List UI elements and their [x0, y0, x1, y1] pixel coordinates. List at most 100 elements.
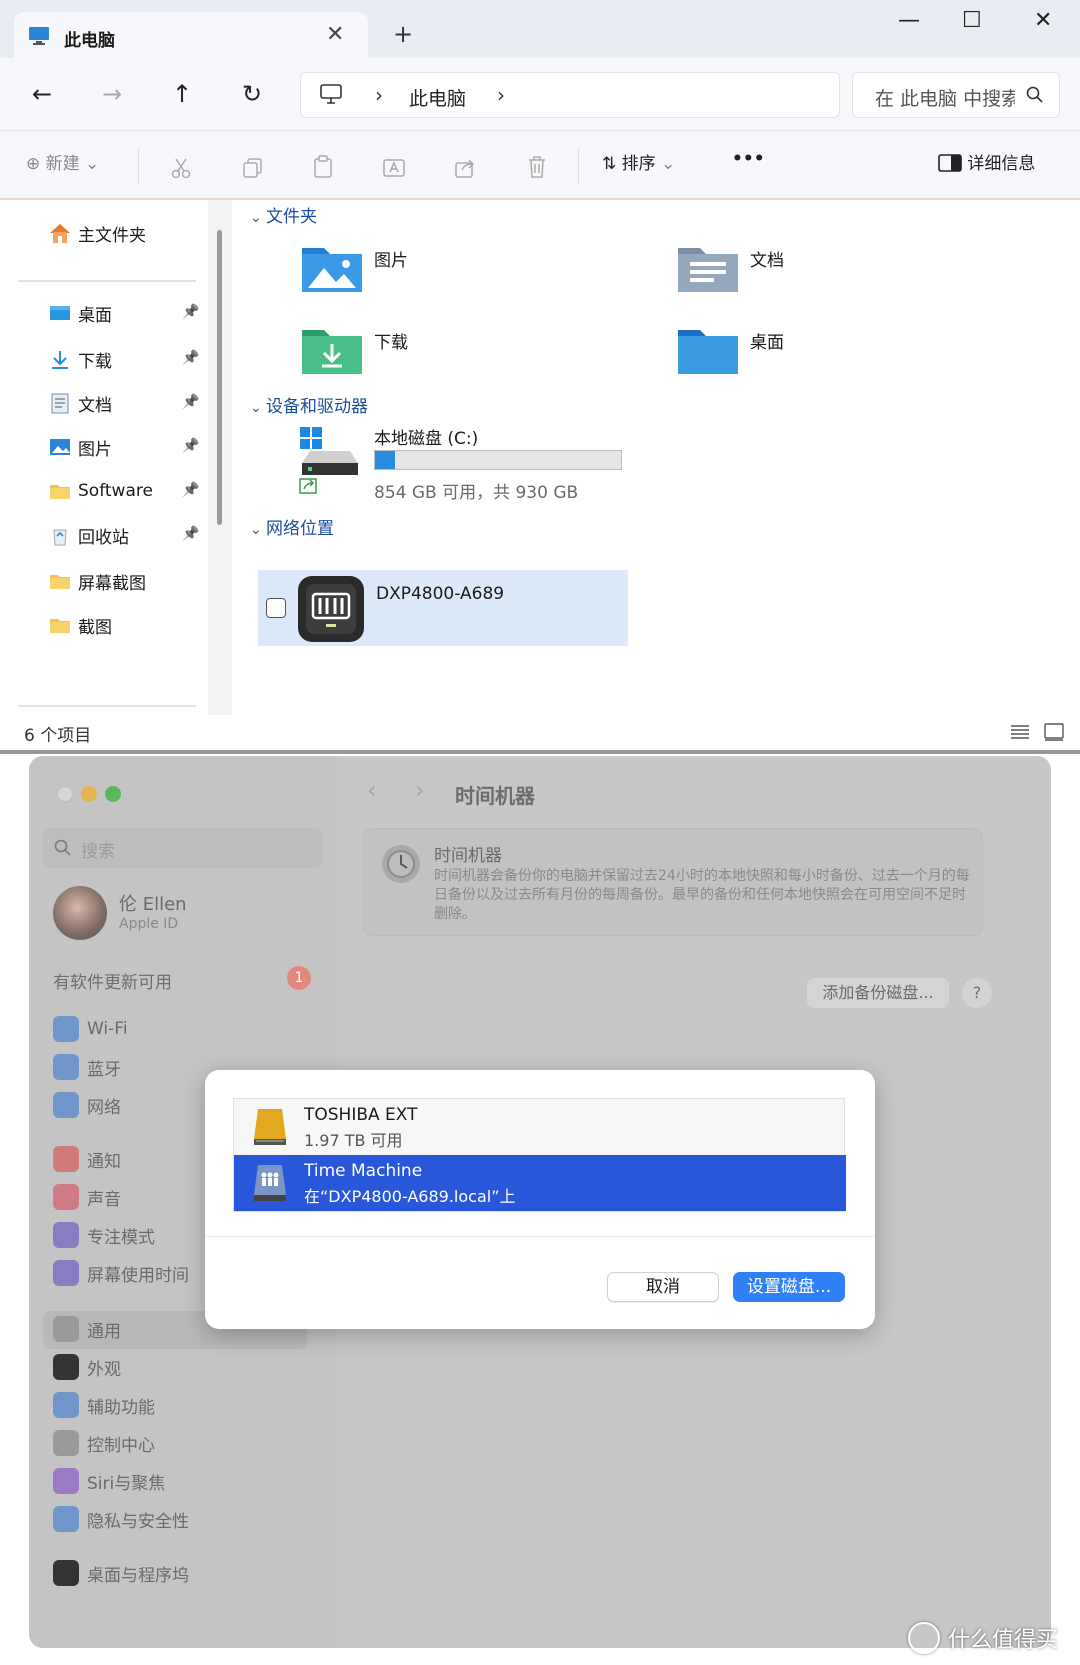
sidebar-scrollbar[interactable] [208, 200, 232, 715]
section-header-drives[interactable]: ⌄ 设备和驱动器 [250, 392, 368, 417]
forward-button[interactable]: → [102, 80, 122, 108]
network-location-item[interactable]: DXP4800-A689 [258, 570, 628, 646]
user-name[interactable]: 伦 Ellen [119, 890, 187, 916]
back-button[interactable]: ← [32, 80, 52, 108]
disk-name: Time Machine [304, 1161, 423, 1181]
sort-button[interactable]: ⇅ 排序 ⌄ [602, 149, 675, 174]
folder-documents[interactable]: 文档 [676, 240, 1036, 300]
settings-item-group1-3[interactable]: 网络 [53, 1090, 121, 1120]
tab-this-pc[interactable]: 此电脑 ✕ [14, 12, 368, 62]
select-checkbox[interactable] [266, 598, 286, 618]
pin-icon[interactable]: 📌 [182, 526, 199, 542]
settings-item-group1-2[interactable]: 蓝牙 [53, 1052, 121, 1082]
close-window-button[interactable] [57, 786, 73, 802]
new-button[interactable]: ⊕ 新建 ⌄ [26, 149, 99, 174]
folder-downloads[interactable]: 下载 [300, 322, 660, 382]
add-icon: ⊕ [26, 154, 46, 174]
close-button[interactable]: ✕ [1034, 8, 1052, 33]
section-header-folders[interactable]: ⌄ 文件夹 [250, 202, 317, 227]
computer-icon [320, 84, 342, 104]
copy-icon[interactable] [242, 157, 264, 179]
tiles-view-icon[interactable] [1044, 723, 1064, 741]
pin-icon[interactable]: 📌 [182, 350, 199, 366]
set-up-disk-button[interactable]: 设置磁盘... [733, 1272, 845, 1302]
page-title: 时间机器 [455, 784, 535, 808]
cancel-button[interactable]: 取消 [607, 1272, 719, 1302]
settings-item-group2-3[interactable]: 专注模式 [53, 1220, 155, 1250]
pin-icon[interactable]: 📌 [182, 438, 199, 454]
monitor-icon [29, 27, 49, 45]
software-update-item[interactable]: 有软件更新可用 [53, 968, 172, 993]
settings-search-field[interactable]: 搜索 [43, 828, 323, 868]
cut-icon[interactable] [170, 157, 192, 179]
paste-icon[interactable] [312, 155, 334, 179]
help-button[interactable]: ? [962, 978, 992, 1008]
sidebar-item-7[interactable]: 屏幕截图 [48, 564, 146, 598]
delete-icon[interactable] [526, 155, 548, 179]
disk-row-time-machine[interactable]: Time Machine 在“DXP4800-A689.local”上 [234, 1155, 846, 1211]
sidebar-item-8[interactable]: 截图 [48, 608, 112, 642]
breadcrumb-separator[interactable]: › [375, 83, 383, 107]
settings-item-group3-1[interactable]: 通用 [53, 1314, 121, 1344]
search-placeholder: 在 此电脑 中搜索 [875, 88, 1015, 110]
folder-desktop[interactable]: 桌面 [676, 322, 1036, 382]
sidebar-item-5[interactable]: Software [48, 474, 153, 508]
settings-item-group3-4[interactable]: 控制中心 [53, 1428, 155, 1458]
sidebar-item-4[interactable]: 图片 [48, 430, 112, 464]
sidebar-item-home[interactable]: 主文件夹 [48, 216, 146, 250]
details-pane-button[interactable]: 详细信息 [938, 149, 1035, 174]
settings-category-icon [53, 1222, 79, 1248]
sidebar-item-2[interactable]: 下载 [48, 342, 112, 376]
settings-category-icon [53, 1354, 79, 1380]
settings-item-group2-2[interactable]: 声音 [53, 1182, 121, 1212]
settings-item-label: 蓝牙 [87, 1059, 121, 1080]
disk-row-toshiba[interactable]: TOSHIBA EXT 1.97 TB 可用 [234, 1099, 846, 1155]
sidebar-item-6[interactable]: 回收站 [48, 518, 129, 552]
details-view-icon[interactable] [1010, 723, 1030, 741]
settings-item-group2-1[interactable]: 通知 [53, 1144, 121, 1174]
pin-icon[interactable]: 📌 [182, 482, 199, 498]
minimize-button[interactable]: — [898, 8, 920, 33]
settings-item-group3-3[interactable]: 辅助功能 [53, 1390, 155, 1420]
sidebar-item-3[interactable]: 文档 [48, 386, 112, 420]
settings-item-group3-2[interactable]: 外观 [53, 1352, 121, 1382]
settings-category-icon [53, 1468, 79, 1494]
settings-category-icon [53, 1392, 79, 1418]
folder-pictures[interactable]: 图片 [300, 240, 660, 300]
up-button[interactable]: ↑ [172, 80, 192, 108]
drive-usage-fill [375, 451, 396, 469]
back-button[interactable]: ‹ [367, 776, 377, 804]
avatar[interactable] [53, 886, 107, 940]
section-header-network[interactable]: ⌄ 网络位置 [250, 514, 334, 539]
new-tab-button[interactable]: + [393, 20, 413, 48]
tab-close-icon[interactable]: ✕ [326, 22, 344, 47]
documents-folder-icon [678, 248, 738, 292]
share-icon[interactable] [454, 157, 476, 179]
breadcrumb-this-pc[interactable]: 此电脑 [409, 84, 466, 111]
sidebar-item-label: 截图 [78, 617, 112, 638]
breadcrumb-separator[interactable]: › [497, 83, 505, 107]
minimize-window-button[interactable] [81, 786, 97, 802]
settings-item-group3-5[interactable]: Siri与聚焦 [53, 1466, 165, 1496]
scrollbar-thumb[interactable] [217, 230, 222, 525]
settings-item-group2-4[interactable]: 屏幕使用时间 [53, 1258, 189, 1288]
navigation-pane: 主文件夹 桌面 📌 下载 📌 文档 📌 图片 📌 Software 📌 回收站 📌 屏幕截图截图 [0, 200, 230, 715]
settings-item-group1-1[interactable]: Wi-Fi [53, 1014, 128, 1044]
settings-item-group3-6[interactable]: 隐私与安全性 [53, 1504, 189, 1534]
address-bar[interactable]: › 此电脑 › [300, 72, 840, 118]
forward-button[interactable]: › [415, 776, 425, 804]
sidebar-item-1[interactable]: 桌面 [48, 296, 112, 330]
settings-item-label: 通用 [87, 1321, 121, 1342]
pin-icon[interactable]: 📌 [182, 304, 199, 320]
maximize-button[interactable]: ☐ [962, 8, 982, 33]
settings-item-group4-1[interactable]: 桌面与程序坞 [53, 1558, 189, 1588]
settings-item-label: 声音 [87, 1189, 121, 1210]
more-options-button[interactable]: ••• [732, 149, 765, 169]
pin-icon[interactable]: 📌 [182, 394, 199, 410]
search-icon[interactable] [1025, 85, 1045, 105]
refresh-button[interactable]: ↻ [242, 80, 262, 108]
add-backup-disk-button[interactable]: 添加备份磁盘... [807, 978, 949, 1008]
zoom-window-button[interactable] [105, 786, 121, 802]
search-box[interactable]: 在 此电脑 中搜索 [852, 72, 1060, 118]
rename-icon[interactable] [382, 157, 406, 179]
